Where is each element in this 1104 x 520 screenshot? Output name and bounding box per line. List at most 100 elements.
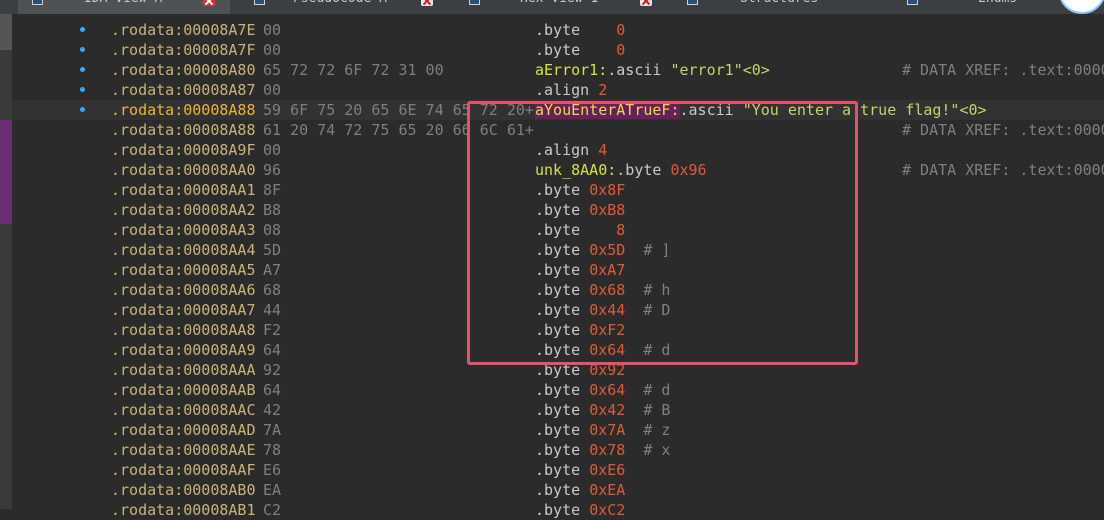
directive: .byte (535, 421, 581, 439)
line-address: .rodata:00008AAA (111, 361, 256, 379)
tab-label: Pseudocode-A (293, 0, 387, 5)
line-address: .rodata:00008AAB (111, 381, 256, 399)
hex-bytes: A7 (263, 261, 282, 279)
directive: .byte (535, 481, 581, 499)
symbol-label[interactable]: aError1: (535, 61, 607, 79)
close-tab-icon[interactable] (203, 0, 215, 6)
hex-bytes: 65 72 72 6F 72 31 00 (263, 61, 444, 79)
tab-pseudocode-a[interactable]: Pseudocode-A (240, 0, 445, 14)
close-tab-icon[interactable] (421, 0, 433, 6)
line-address: .rodata:00008A7E (111, 21, 256, 39)
instruction: .byte 0x7A # z (535, 420, 670, 440)
tab-ida-view-a[interactable]: IDA View-A (18, 0, 230, 14)
left-gutter (0, 14, 12, 509)
instruction: .byte 0x42 # B (535, 400, 670, 420)
line-address: .rodata:00008AA6 (111, 281, 256, 299)
listing-line[interactable]: .rodata:00008AAC 42 .byte 0x42 # B (12, 400, 1104, 420)
hex-view-icon (469, 0, 480, 5)
listing-line[interactable]: .rodata:00008A7E 00 .byte 0 (12, 20, 1104, 40)
instruction: .byte 0xE6 (535, 460, 625, 480)
listing-line[interactable]: .rodata:00008AAF E6 .byte 0xE6 (12, 460, 1104, 480)
data-xref-comment[interactable]: # DATA XREF: .text:0000 (902, 60, 1104, 80)
numeric-operand: 0 (616, 21, 626, 39)
breakpoint-dot-icon[interactable] (80, 47, 85, 52)
breakpoint-dot-icon[interactable] (80, 27, 85, 32)
line-address: .rodata:00008AA8 (111, 321, 256, 339)
line-address: .rodata:00008AA2 (111, 201, 256, 219)
char-comment: # z (643, 421, 671, 439)
instruction: .byte 0x78 # x (535, 440, 670, 460)
hex-bytes: E6 (263, 461, 282, 479)
line-address: .rodata:00008AA4 (111, 241, 256, 259)
listing-line[interactable]: .rodata:00008AAB 64 .byte 0x64 # d (12, 380, 1104, 400)
instruction: .byte 0 (535, 20, 625, 40)
line-address: .rodata:00008A87 (111, 81, 256, 99)
listing-line[interactable]: .rodata:00008AB1 C2 .byte 0xC2 (12, 500, 1104, 520)
line-address: .rodata:00008AA1 (111, 181, 256, 199)
directive: .byte (535, 461, 581, 479)
hex-bytes: 44 (263, 301, 282, 319)
directive: .byte (535, 501, 581, 519)
gutter-navigation-strip (0, 120, 12, 224)
hex-bytes: 42 (263, 401, 282, 419)
instruction: .byte 0x64 # d (535, 380, 670, 400)
numeric-operand: 0xC2 (589, 501, 626, 519)
listing-line[interactable]: .rodata:00008AAD 7A .byte 0x7A # z (12, 420, 1104, 440)
line-address: .rodata:00008AA0 (111, 161, 256, 179)
listing-line[interactable]: .rodata:00008AAE 78 .byte 0x78 # x (12, 440, 1104, 460)
line-address: .rodata:00008AA3 (111, 221, 256, 239)
listing-line[interactable]: .rodata:00008A80 65 72 72 6F 72 31 00 aErr… (12, 60, 1104, 80)
tab-hex-view-1[interactable]: Hex View-1 (456, 0, 663, 14)
directive: .align (535, 81, 590, 99)
instruction: aError1:.ascii "error1"<0> (535, 60, 770, 80)
tab-structures[interactable]: Structures (673, 0, 905, 14)
hex-bytes: 78 (263, 441, 282, 459)
line-address: .rodata:00008AAF (111, 461, 256, 479)
directive: .byte (535, 41, 581, 59)
breakpoint-dot-icon[interactable] (80, 107, 85, 112)
char-comment: # x (643, 441, 671, 459)
breakpoint-dot-icon[interactable] (80, 87, 85, 92)
line-address: .rodata:00008AA9 (111, 341, 256, 359)
line-address: .rodata:00008AAE (111, 441, 256, 459)
hex-bytes: 64 (263, 341, 282, 359)
pseudocode-icon (254, 0, 265, 5)
numeric-operand: 0x64 (589, 381, 626, 399)
listing-line[interactable]: .rodata:00008A87 00 .align 2 (12, 80, 1104, 100)
hex-bytes: 5D (263, 241, 282, 259)
close-tab-icon[interactable] (640, 0, 652, 6)
tab-bar: IDA View-A Pseudocode-A Hex View-1 Structur… (0, 0, 1104, 14)
line-address: .rodata:00008A9F (111, 141, 256, 159)
line-address: .rodata:00008AAD (111, 421, 256, 439)
listing-line[interactable]: .rodata:00008AB0 EA .byte 0xEA (12, 480, 1104, 500)
hex-bytes: 64 (263, 381, 282, 399)
data-xref-comment[interactable]: # DATA XREF: .text:0000 (902, 160, 1104, 180)
line-address: .rodata:00008AB0 (111, 481, 256, 499)
instruction: .align 2 (535, 80, 607, 100)
hex-bytes: 7A (263, 421, 282, 439)
tab-label: Structures (740, 0, 818, 5)
instruction: .byte 0xC2 (535, 500, 625, 520)
numeric-operand: 0 (616, 41, 626, 59)
char-comment: # d (643, 381, 671, 399)
enums-icon (907, 0, 918, 5)
data-xref-comment[interactable]: # DATA XREF: .text:0000 (902, 120, 1104, 140)
directive: .byte (535, 21, 581, 39)
breakpoint-dot-icon[interactable] (80, 67, 85, 72)
numeric-operand: 0x7A (589, 421, 626, 439)
numeric-operand: 0x42 (589, 401, 626, 419)
numeric-operand: 0xEA (589, 481, 626, 499)
instruction: .byte 0xEA (535, 480, 625, 500)
numeric-operand: 0x78 (589, 441, 626, 459)
hex-bytes: 92 (263, 361, 282, 379)
hex-bytes: 96 (263, 161, 282, 179)
listing-line[interactable]: .rodata:00008A7F 00 .byte 0 (12, 40, 1104, 60)
directive: .byte (535, 441, 581, 459)
hex-bytes: B8 (263, 201, 282, 219)
hex-bytes: 8F (263, 181, 282, 199)
line-address: .rodata:00008A88 (111, 121, 256, 139)
directive: .byte (535, 381, 581, 399)
hex-bytes: C2 (263, 501, 282, 519)
hex-bytes: 68 (263, 281, 282, 299)
numeric-operand: 2 (598, 81, 608, 99)
